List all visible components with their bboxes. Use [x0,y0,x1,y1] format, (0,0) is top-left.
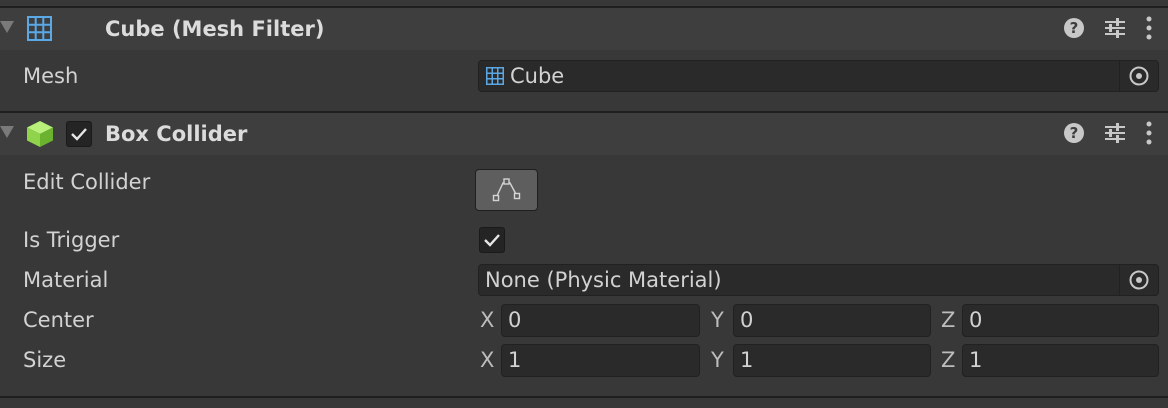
component-title: Box Collider [105,122,248,146]
center-x-label: X [480,308,495,332]
component-enabled-checkbox[interactable] [66,121,92,147]
target-picker-icon [1129,66,1149,86]
bottom-separator [0,396,1168,398]
center-z-label: Z [941,308,956,332]
mesh-filter-header[interactable]: Cube (Mesh Filter) ? [0,8,1168,50]
material-object-picker-button[interactable] [1119,265,1158,295]
size-z-label: Z [941,348,956,372]
kebab-menu-icon[interactable] [1146,121,1152,145]
size-x-value: 1 [508,348,522,372]
mesh-filter-grid-icon [27,16,52,41]
foldout-arrow-icon[interactable] [0,21,14,33]
mesh-grid-icon [486,67,504,85]
material-value: None (Physic Material) [485,268,722,292]
is-trigger-label: Is Trigger [23,228,120,252]
center-y-field[interactable]: 0 [733,304,931,337]
size-z-field[interactable]: 1 [962,344,1159,377]
presets-sliders-icon[interactable] [1104,122,1126,144]
size-y-label: Y [711,348,724,372]
foldout-arrow-icon[interactable] [0,126,14,138]
size-x-label: X [480,348,495,372]
kebab-menu-icon[interactable] [1146,16,1152,40]
help-icon[interactable]: ? [1064,18,1084,38]
size-z-value: 1 [969,348,983,372]
size-y-value: 1 [740,348,754,372]
size-label: Size [23,348,67,372]
mesh-object-picker-button[interactable] [1119,61,1158,91]
size-x-field[interactable]: 1 [501,344,700,377]
center-z-value: 0 [969,308,983,332]
edit-collider-shape-icon [492,178,521,202]
material-label: Material [23,268,109,292]
help-icon[interactable]: ? [1064,123,1084,143]
checkmark-icon [71,128,87,141]
mesh-label: Mesh [23,64,79,88]
component-title: Cube (Mesh Filter) [105,17,325,41]
size-y-field[interactable]: 1 [733,344,931,377]
edit-collider-button[interactable] [475,169,538,211]
mesh-object-field[interactable]: Cube [478,60,1159,92]
is-trigger-checkbox[interactable] [479,227,505,253]
presets-sliders-icon[interactable] [1104,17,1126,39]
box-collider-cube-icon [27,121,53,147]
center-x-value: 0 [508,308,522,332]
material-object-field[interactable]: None (Physic Material) [478,264,1159,296]
target-picker-icon [1129,270,1149,290]
center-label: Center [23,308,94,332]
center-y-value: 0 [740,308,754,332]
center-x-field[interactable]: 0 [501,304,700,337]
checkmark-icon [484,234,500,247]
box-collider-header[interactable]: Box Collider ? [0,113,1168,155]
edit-collider-label: Edit Collider [23,170,151,194]
center-z-field[interactable]: 0 [962,304,1159,337]
center-y-label: Y [711,308,724,332]
mesh-value: Cube [510,64,565,88]
